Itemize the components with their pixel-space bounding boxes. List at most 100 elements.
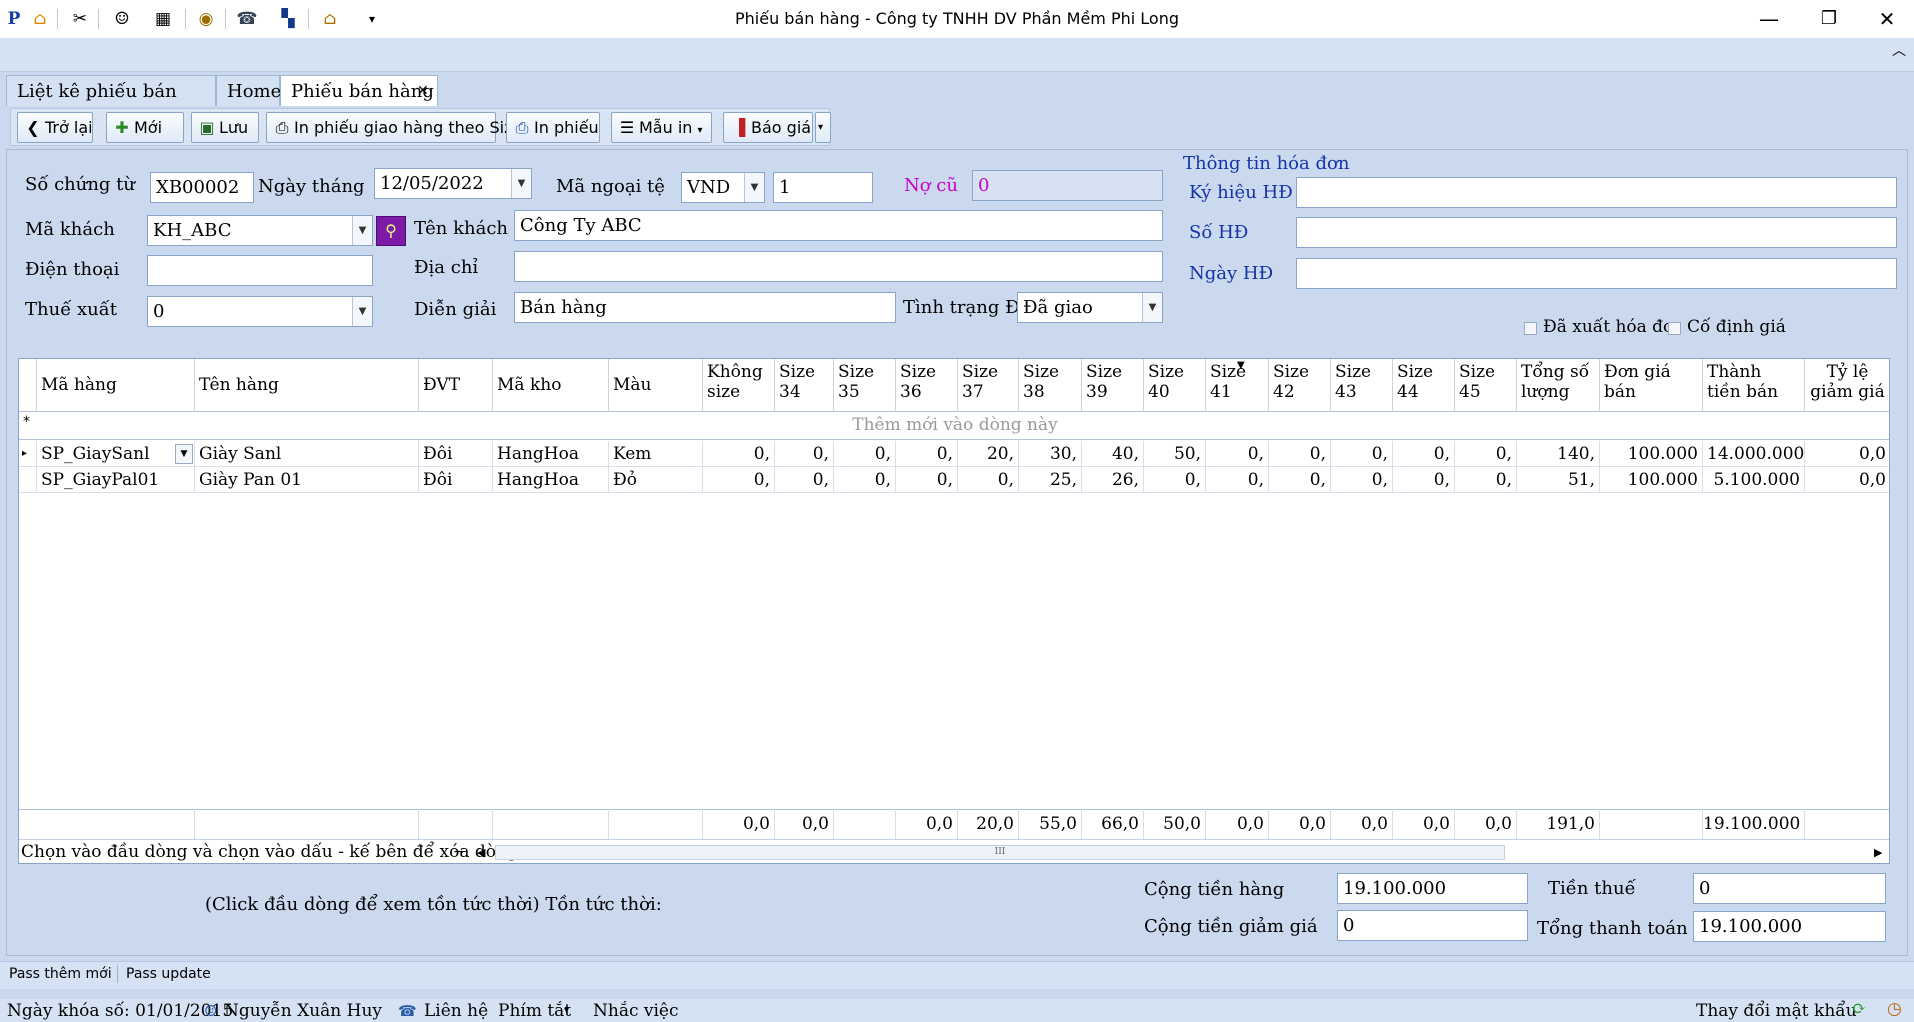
- table-cell[interactable]: 0,: [1144, 467, 1206, 493]
- row-indicator[interactable]: [19, 467, 37, 493]
- address-field[interactable]: [514, 251, 1163, 282]
- customer-code-select[interactable]: KH_ABC ▼: [147, 215, 373, 246]
- table-cell[interactable]: 0,0: [1805, 441, 1889, 467]
- minimize-button[interactable]: —: [1746, 0, 1792, 38]
- column-header[interactable]: Màu: [609, 359, 703, 412]
- film-icon[interactable]: ▦: [151, 7, 175, 31]
- currency-select[interactable]: VND ▼: [681, 172, 765, 203]
- table-cell[interactable]: 0,: [703, 441, 775, 467]
- print-button[interactable]: ⎙ In phiếu: [506, 112, 600, 143]
- column-header[interactable]: Size 38: [1019, 359, 1082, 412]
- table-row[interactable]: SP_GiayPal01 Giày Pan 01 Đôi HangHoa Đỏ 0, 0, 0…: [19, 467, 1889, 493]
- tab-sales-slip[interactable]: Phiếu bán hàng ✕: [280, 75, 438, 106]
- table-cell[interactable]: 14.000.000: [1703, 441, 1805, 467]
- change-password-link[interactable]: Thay đổi mật khẩu: [1696, 1001, 1857, 1021]
- table-cell[interactable]: 0,: [1393, 467, 1455, 493]
- rate-field[interactable]: 1: [773, 172, 873, 203]
- customer-name-field[interactable]: Công Ty ABC: [514, 210, 1163, 241]
- date-field[interactable]: 12/05/2022 ▼: [374, 168, 532, 199]
- table-cell[interactable]: SP_GiayPal01: [37, 467, 195, 493]
- chevron-down-icon[interactable]: ▼: [352, 216, 372, 245]
- shortcut-menu[interactable]: Phím tắt: [498, 1001, 571, 1021]
- table-cell[interactable]: 40,: [1082, 441, 1144, 467]
- save-button[interactable]: ▣ Lưu: [191, 112, 259, 143]
- restore-button[interactable]: ❐: [1806, 0, 1852, 38]
- pass-update-link[interactable]: Pass update: [126, 966, 211, 982]
- column-header[interactable]: Tên hàng: [195, 359, 419, 412]
- table-cell[interactable]: Đôi: [419, 467, 493, 493]
- column-header[interactable]: Thành tiền bán: [1703, 359, 1805, 412]
- column-header[interactable]: Đơn giá bán: [1600, 359, 1703, 412]
- column-header[interactable]: Size 35: [834, 359, 896, 412]
- table-cell[interactable]: 0,: [896, 467, 958, 493]
- dropdown-icon[interactable]: ▾: [360, 7, 384, 31]
- table-row[interactable]: ▸ SP_GiaySanl ▼ Giày Sanl Đôi HangHoa Kem 0, 0, 0…: [19, 441, 1889, 467]
- table-cell[interactable]: 0,: [1331, 441, 1393, 467]
- table-cell[interactable]: 0,: [703, 467, 775, 493]
- scroll-left-button[interactable]: ◀: [477, 840, 485, 863]
- search-customer-icon[interactable]: ⚲: [376, 216, 406, 246]
- invoice-symbol-field[interactable]: [1296, 177, 1897, 208]
- table-cell[interactable]: Đôi: [419, 441, 493, 467]
- clock-icon[interactable]: ◷: [1887, 999, 1902, 1019]
- invoice-number-field[interactable]: [1296, 217, 1897, 248]
- table-cell[interactable]: HangHoa: [493, 441, 609, 467]
- column-header[interactable]: Tổng số lượng: [1517, 359, 1600, 412]
- column-header[interactable]: Mã hàng: [37, 359, 195, 412]
- tab-list-sales[interactable]: Liệt kê phiếu bán hàng: [6, 75, 216, 133]
- table-cell[interactable]: 26,: [1082, 467, 1144, 493]
- home-icon[interactable]: ⌂: [28, 7, 52, 31]
- table-cell[interactable]: 0,: [775, 441, 834, 467]
- table-cell[interactable]: 20,: [958, 441, 1019, 467]
- table-cell[interactable]: 0,: [1331, 467, 1393, 493]
- table-cell[interactable]: Đỏ: [609, 467, 703, 493]
- table-cell[interactable]: 0,0: [1805, 467, 1889, 493]
- column-header[interactable]: Mã kho: [493, 359, 609, 412]
- user-name[interactable]: Nguyễn Xuân Huy: [224, 1001, 382, 1021]
- contact-link[interactable]: Liên hệ: [424, 1001, 488, 1021]
- goods-total-field[interactable]: 19.100.000: [1337, 873, 1528, 904]
- phone-icon[interactable]: ☎: [235, 7, 259, 31]
- tax-amount-field[interactable]: 0: [1693, 873, 1886, 904]
- grid-icon[interactable]: ▚: [276, 7, 300, 31]
- filter-icon[interactable]: ▼: [1237, 360, 1245, 371]
- table-cell[interactable]: 0,: [1269, 467, 1331, 493]
- users-icon[interactable]: ☺: [110, 7, 134, 31]
- chevron-down-icon[interactable]: ▼: [175, 444, 193, 464]
- chevron-down-icon[interactable]: ▼: [1142, 293, 1162, 322]
- exported-checkbox[interactable]: [1524, 322, 1537, 335]
- table-cell[interactable]: 0,: [1455, 467, 1517, 493]
- table-cell[interactable]: 100.000: [1600, 467, 1703, 493]
- column-header[interactable]: Size 44: [1393, 359, 1455, 412]
- table-cell[interactable]: 30,: [1019, 441, 1082, 467]
- back-button[interactable]: ❮ Trở lại: [17, 112, 93, 143]
- table-cell[interactable]: HangHoa: [493, 467, 609, 493]
- refresh-icon[interactable]: ⟳: [1852, 999, 1866, 1019]
- toolbar-more-button[interactable]: ▾: [815, 112, 831, 143]
- chevron-down-icon[interactable]: ▼: [511, 169, 531, 198]
- print-size-button[interactable]: ⎙ In phiếu giao hàng theo Size: [266, 112, 522, 143]
- column-header[interactable]: Không size: [703, 359, 775, 412]
- row-indicator[interactable]: ▸: [19, 441, 37, 467]
- phone-field[interactable]: [147, 255, 373, 286]
- table-cell[interactable]: 50,: [1144, 441, 1206, 467]
- table-cell[interactable]: 0,: [896, 441, 958, 467]
- column-header[interactable]: Size 43: [1331, 359, 1393, 412]
- table-cell[interactable]: 0,: [775, 467, 834, 493]
- fixed-price-checkbox[interactable]: [1668, 322, 1681, 335]
- tab-home[interactable]: Home: [216, 75, 281, 106]
- table-cell[interactable]: Giày Pan 01: [195, 467, 419, 493]
- scroll-right-button[interactable]: ▶: [1874, 840, 1882, 863]
- close-button[interactable]: ✕: [1864, 0, 1910, 38]
- table-cell[interactable]: 51,: [1517, 467, 1600, 493]
- table-cell[interactable]: 0,: [1206, 441, 1269, 467]
- table-cell[interactable]: Giày Sanl: [195, 441, 419, 467]
- new-button[interactable]: ✚ Mới: [106, 112, 184, 143]
- table-cell[interactable]: 0,: [834, 441, 896, 467]
- desc-field[interactable]: Bán hàng: [514, 292, 896, 323]
- collapse-ribbon-icon[interactable]: ︿: [1892, 40, 1906, 60]
- table-cell[interactable]: 0,: [834, 467, 896, 493]
- column-header[interactable]: Size 42: [1269, 359, 1331, 412]
- table-cell[interactable]: 140,: [1517, 441, 1600, 467]
- status-select[interactable]: Đã giao ▼: [1017, 292, 1163, 323]
